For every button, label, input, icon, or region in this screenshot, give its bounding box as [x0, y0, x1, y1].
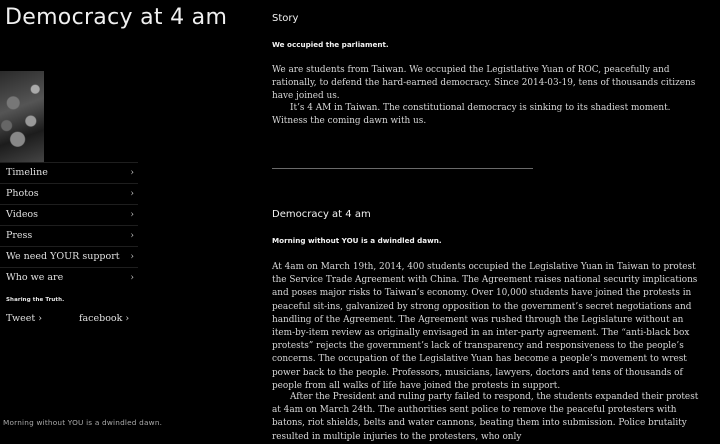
protest-photo	[0, 71, 44, 162]
nav-item-support[interactable]: We need YOUR support ›	[0, 246, 138, 267]
article-title: Democracy at 4 am	[272, 209, 371, 220]
chevron-right-icon: ›	[130, 231, 134, 241]
story-subtitle: We occupied the parliament.	[272, 40, 389, 49]
chevron-right-icon: ›	[130, 189, 134, 199]
story-paragraph-1: We are students from Taiwan. We occupied…	[272, 65, 696, 102]
tweet-link[interactable]: Tweet ›	[6, 313, 42, 324]
article-paragraph-2: After the President and ruling party fai…	[272, 392, 699, 442]
footer-tagline: Morning without YOU is a dwindled dawn.	[3, 418, 163, 427]
nav-item-timeline[interactable]: Timeline ›	[0, 162, 138, 183]
article-paragraph-1: At 4am on March 19th, 2014, 400 students…	[272, 262, 698, 391]
nav-item-label: Videos	[6, 209, 39, 220]
nav-item-label: Who we are	[6, 272, 64, 283]
site-title[interactable]: Democracy at 4 am	[5, 5, 227, 30]
nav-item-videos[interactable]: Videos ›	[0, 204, 138, 225]
story-title: Story	[272, 13, 299, 24]
section-divider	[272, 168, 533, 169]
nav-item-who-we-are[interactable]: Who we are ›	[0, 267, 138, 288]
nav-item-label: We need YOUR support	[6, 251, 120, 262]
nav-item-label: Timeline	[6, 167, 48, 178]
chevron-right-icon: ›	[130, 252, 134, 262]
story-paragraph-2: It’s 4 AM in Taiwan. The constitutional …	[272, 103, 671, 127]
nav-item-label: Press	[6, 230, 33, 241]
chevron-right-icon: ›	[130, 168, 134, 178]
chevron-right-icon: ›	[130, 273, 134, 283]
share-heading: Sharing the Truth.	[6, 297, 65, 303]
chevron-right-icon: ›	[130, 210, 134, 220]
facebook-link[interactable]: facebook ›	[79, 313, 129, 324]
nav-item-press[interactable]: Press ›	[0, 225, 138, 246]
sidebar-nav: Timeline › Photos › Videos › Press › We …	[0, 162, 138, 288]
nav-item-label: Photos	[6, 188, 39, 199]
nav-item-photos[interactable]: Photos ›	[0, 183, 138, 204]
article-subtitle: Morning without YOU is a dwindled dawn.	[272, 236, 442, 245]
